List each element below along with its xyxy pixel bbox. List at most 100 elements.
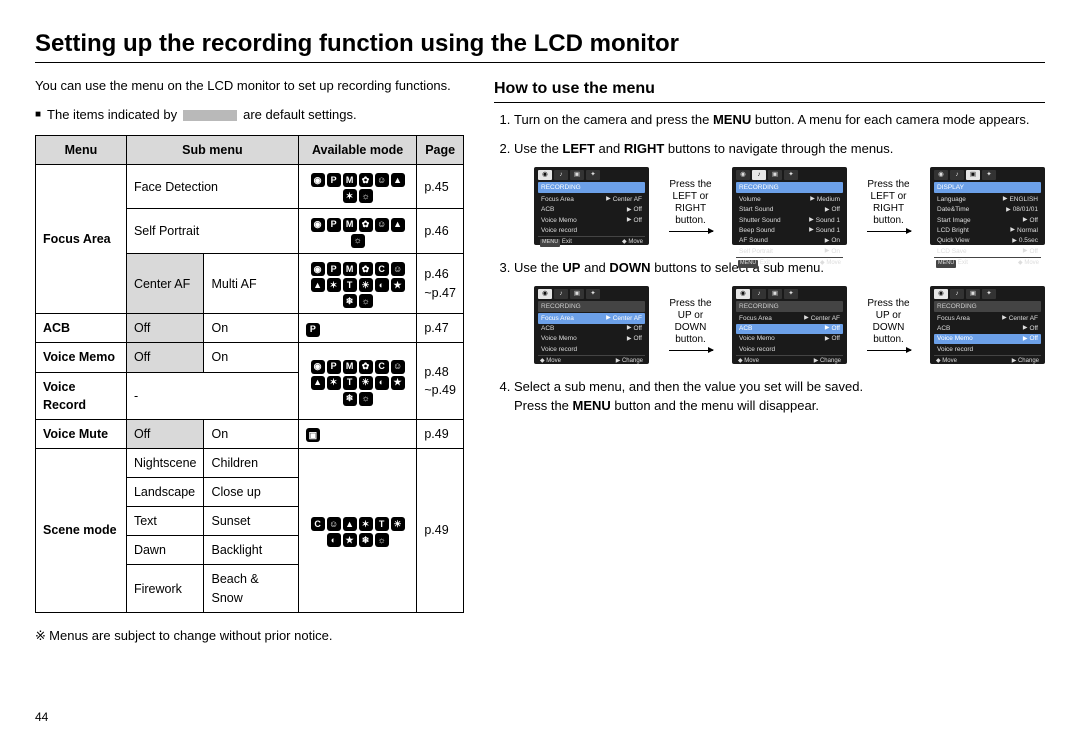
menu-row-r: Medium [817, 195, 840, 204]
mode-icon: ❄ [343, 392, 357, 406]
menu-row-l: Voice record [937, 345, 973, 354]
tab-icon: ◉ [934, 289, 948, 299]
menu-row-l: Volume [739, 195, 761, 204]
triangle-icon: ▶ [1003, 195, 1008, 204]
cell-vmu-off: Off [126, 419, 204, 448]
mode-icon: P [306, 323, 320, 337]
th-submenu: Sub menu [126, 135, 298, 164]
menu-row-r: Sound 1 [816, 226, 840, 235]
cell-beach-snow: Beach & Snow [204, 565, 298, 612]
menu-row-l: Focus Area [739, 314, 772, 323]
right-column: How to use the menu Turn on the camera a… [494, 77, 1045, 646]
mode-icon: ☺ [391, 262, 405, 276]
triangle-icon: ▶ [809, 216, 814, 225]
tab-icon: ♪ [554, 289, 568, 299]
tab-icon: ✦ [586, 170, 600, 180]
menu-row-r: On [831, 236, 840, 245]
square-bullet-icon: ■ [35, 108, 41, 123]
tab-icon: ▣ [570, 289, 584, 299]
menu-row-r: Off [633, 216, 642, 225]
mode-icon: C [375, 360, 389, 374]
footer-change: Change [622, 358, 643, 364]
tab-icon: ♪ [950, 170, 964, 180]
mode-icon: T [343, 278, 357, 292]
cell-text: Text [126, 507, 204, 536]
panel-header: RECORDING [934, 301, 1041, 312]
cell-firework: Firework [126, 565, 204, 612]
cell-closeup: Close up [204, 478, 298, 507]
cell-mode-2: ◉PM✿☺▲☼ [298, 209, 416, 254]
menu-row-l: Date&Time [937, 205, 969, 214]
menu-row-r: Off [831, 334, 840, 343]
triangle-icon: ▶ [1023, 216, 1028, 225]
menu-row-l: ACB [739, 324, 752, 333]
menu-row-r: Center AF [613, 195, 642, 204]
arrow-right-icon [867, 350, 911, 351]
panel-header: RECORDING [538, 182, 645, 193]
lcd-screen-sub-3: ◉♪▣✦ RECORDING Focus Area▶Center AF ACB▶… [930, 286, 1045, 364]
cell-dawn: Dawn [126, 536, 204, 565]
tab-icon: ◉ [736, 170, 750, 180]
menu-row-l: Start Sound [739, 205, 773, 214]
tab-icon: ◉ [736, 289, 750, 299]
cell-acb-on: On [204, 314, 298, 343]
mode-icon: P [327, 218, 341, 232]
cell-vmu-on: On [204, 419, 298, 448]
menu-row-r: On [831, 247, 840, 256]
tab-icon: ▣ [768, 289, 782, 299]
tab-icon: ▣ [768, 170, 782, 180]
cell-mode-5: ◉PM✿C☺▲✶T☀◐★❄☼ [298, 343, 416, 419]
cell-backlight: Backlight [204, 536, 298, 565]
bold-menu: MENU [713, 112, 751, 127]
footer-exit: Exit [958, 260, 968, 266]
triangle-icon: ▶ [1012, 237, 1017, 246]
howto-heading: How to use the menu [494, 77, 1045, 100]
triangle-icon: ▶ [1023, 324, 1028, 333]
panel-header: RECORDING [736, 182, 843, 193]
tab-icon: ✦ [982, 170, 996, 180]
triangle-icon: ▶ [606, 314, 611, 323]
caption-text: Press the LEFT or RIGHT button. [867, 179, 909, 226]
cell-center-af: Center AF [126, 253, 204, 314]
scene-mode-label: Scene mode [43, 523, 117, 537]
mode-icon: ▣ [306, 428, 320, 442]
cell-page-45: p.45 [417, 164, 464, 209]
menu-row-r: Center AF [1009, 314, 1038, 323]
footer-exit: Exit [760, 260, 770, 266]
mode-icon: C [311, 517, 325, 531]
asterisk-icon: ※ [35, 628, 49, 643]
step-4: Select a sub menu, and then the value yo… [514, 378, 1045, 416]
left-column: You can use the menu on the LCD monitor … [35, 77, 464, 646]
footer-move: Move [744, 358, 759, 364]
cell-voice-record: Voice Record [36, 372, 127, 419]
mode-icon: ☼ [375, 533, 389, 547]
menu-row-l: Voice Memo [739, 334, 775, 343]
menu-row-r: 0.5sec [1019, 236, 1038, 245]
menu-row-l: Voice Memo [937, 334, 973, 343]
screens-row-ud: ◉♪▣✦ RECORDING Focus Area▶Center AF ACB▶… [534, 286, 1045, 364]
mode-icon: ✶ [343, 189, 357, 203]
bold-left: LEFT [562, 141, 595, 156]
triangle-icon: ▶ [627, 206, 632, 215]
menu-row-r: 08/01/01 [1013, 205, 1038, 214]
mode-icon: ◐ [375, 376, 389, 390]
menu-row-r: Off [1029, 247, 1038, 256]
cell-mode-1: ◉PM✿☺▲✶☼ [298, 164, 416, 209]
lcd-screen-display: ◉♪▣✦ DISPLAY Language▶ENGLISH Date&Time▶… [930, 167, 1045, 245]
menu-row-l: Voice record [541, 345, 577, 354]
subhead-divider [494, 102, 1045, 103]
steps-list: Turn on the camera and press the MENU bu… [494, 111, 1045, 415]
step1-b: button. A menu for each camera mode appe… [751, 112, 1029, 127]
footer-move: Move [826, 260, 841, 266]
tab-icon: ▣ [966, 289, 980, 299]
menu-row-l: LCD Save [937, 247, 967, 256]
caption-text: Press the UP or DOWN button. [669, 298, 711, 345]
triangle-icon: ▶ [825, 237, 830, 246]
mode-icon: ☀ [359, 278, 373, 292]
triangle-icon: ▶ [1006, 206, 1011, 215]
menu-row-r: ENGLISH [1009, 195, 1038, 204]
cell-acb-off: Off [126, 314, 204, 343]
mode-icon: P [327, 360, 341, 374]
triangle-icon: ▶ [627, 335, 632, 344]
mode-icon: T [375, 517, 389, 531]
